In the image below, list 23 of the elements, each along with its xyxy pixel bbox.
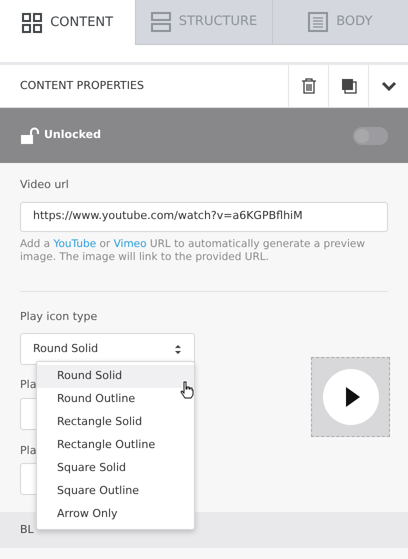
section-title: BL (20, 522, 34, 538)
help-text: Add a YouTube or Vimeo URL to automatically generate a preview image. The image will link to the provided URL. (20, 238, 366, 265)
sort-icon (174, 344, 182, 355)
dropdown-option[interactable]: Square Solid (37, 457, 194, 480)
field-label: Pla (20, 377, 36, 394)
field-label: Pla (20, 442, 36, 459)
lock-label: Unlocked (44, 127, 101, 144)
dropdown-option[interactable]: Arrow Only (37, 503, 194, 526)
dropdown-option[interactable]: Rectangle Outline (37, 434, 194, 457)
page-icon (308, 12, 328, 32)
url-field[interactable]: https://www.youtube.com/watch?v=a6KGPBflhiM (20, 202, 388, 232)
grid-icon (22, 12, 42, 32)
copy-icon (340, 77, 358, 95)
field-label: Play icon type (20, 308, 98, 325)
toggle-switch[interactable] (353, 126, 388, 144)
dropdown-option[interactable]: Round Solid (37, 365, 194, 388)
rows-icon (150, 12, 171, 32)
dropdown-option[interactable]: Square Outline (37, 480, 194, 503)
field-label: Video url (20, 177, 69, 193)
dropdown-option[interactable]: Rectangle Solid (37, 411, 194, 434)
play-icon (322, 369, 378, 425)
trash-icon (300, 77, 318, 95)
panel-title: CONTENT PROPERTIES (19, 78, 145, 94)
